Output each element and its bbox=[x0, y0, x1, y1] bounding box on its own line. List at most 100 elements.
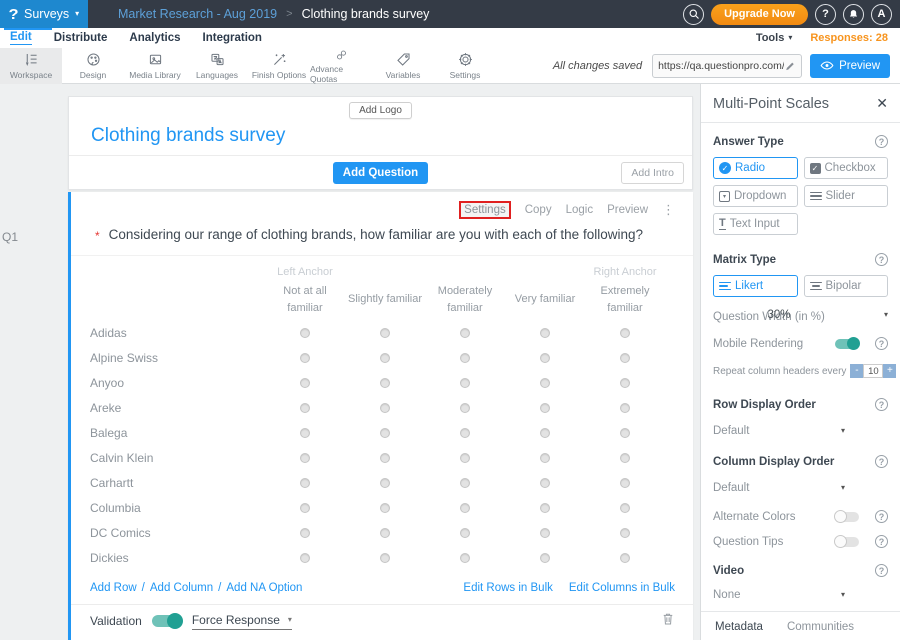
question-action-settings[interactable]: Settings bbox=[459, 201, 511, 219]
add-logo-button[interactable]: Add Logo bbox=[349, 102, 412, 119]
radio-button[interactable] bbox=[620, 378, 630, 388]
radio-button[interactable] bbox=[620, 528, 630, 538]
radio-button[interactable] bbox=[540, 353, 550, 363]
validation-toggle[interactable] bbox=[152, 615, 182, 627]
radio-button[interactable] bbox=[620, 428, 630, 438]
radio-button[interactable] bbox=[380, 528, 390, 538]
radio-button[interactable] bbox=[540, 328, 550, 338]
radio-button[interactable] bbox=[620, 503, 630, 513]
radio-button[interactable] bbox=[380, 553, 390, 563]
column-header[interactable]: Very familiar bbox=[505, 291, 585, 308]
toolbar-item-advance-quotas[interactable]: Advance Quotas bbox=[310, 48, 372, 84]
left-anchor-placeholder[interactable]: Left Anchor bbox=[265, 266, 345, 278]
radio-button[interactable] bbox=[300, 428, 310, 438]
toolbar-item-media-library[interactable]: Media Library bbox=[124, 48, 186, 84]
search-button[interactable] bbox=[683, 4, 704, 25]
row-label[interactable]: Carhartt bbox=[71, 476, 265, 490]
matrix-type-bipolar[interactable]: Bipolar bbox=[804, 275, 889, 297]
radio-button[interactable] bbox=[540, 453, 550, 463]
add-row-link[interactable]: Add Row bbox=[90, 582, 137, 594]
radio-button[interactable] bbox=[460, 478, 470, 488]
radio-button[interactable] bbox=[460, 403, 470, 413]
help-icon[interactable]: ? bbox=[875, 455, 888, 468]
survey-title[interactable]: Clothing brands survey bbox=[91, 125, 692, 147]
add-intro-button[interactable]: Add Intro bbox=[621, 162, 684, 184]
matrix-type-likert[interactable]: Likert bbox=[713, 275, 798, 297]
column-header[interactable]: Slightly familiar bbox=[345, 291, 425, 308]
tab-metadata[interactable]: Metadata bbox=[715, 621, 763, 640]
breadcrumb-parent[interactable]: Market Research - Aug 2019 bbox=[118, 7, 277, 21]
kebab-menu-icon[interactable]: ⋮ bbox=[662, 202, 675, 218]
radio-button[interactable] bbox=[300, 353, 310, 363]
radio-button[interactable] bbox=[460, 428, 470, 438]
radio-button[interactable] bbox=[460, 503, 470, 513]
decrement-button[interactable]: - bbox=[850, 364, 863, 378]
radio-button[interactable] bbox=[380, 478, 390, 488]
radio-button[interactable] bbox=[300, 553, 310, 563]
toolbar-item-design[interactable]: Design bbox=[62, 48, 124, 84]
account-avatar[interactable]: A bbox=[871, 4, 892, 25]
row-label[interactable]: Areke bbox=[71, 401, 265, 415]
tools-menu[interactable]: Tools▾ bbox=[756, 32, 793, 44]
help-icon[interactable]: ? bbox=[875, 135, 888, 148]
answer-type-checkbox[interactable]: ✓Checkbox bbox=[804, 157, 889, 179]
answer-type-radio[interactable]: ✓Radio bbox=[713, 157, 798, 179]
edit-columns-bulk-link[interactable]: Edit Columns in Bulk bbox=[569, 582, 675, 594]
row-label[interactable]: Calvin Klein bbox=[71, 451, 265, 465]
row-label[interactable]: Dickies bbox=[71, 551, 265, 565]
tab-integration[interactable]: Integration bbox=[203, 32, 262, 44]
toolbar-item-languages[interactable]: Languages bbox=[186, 48, 248, 84]
notifications-button[interactable] bbox=[843, 4, 864, 25]
radio-button[interactable] bbox=[460, 528, 470, 538]
row-label[interactable]: Columbia bbox=[71, 501, 265, 515]
close-icon[interactable]: ✕ bbox=[876, 95, 888, 112]
radio-button[interactable] bbox=[380, 428, 390, 438]
row-label[interactable]: Alpine Swiss bbox=[71, 351, 265, 365]
answer-type-dropdown[interactable]: ▾Dropdown bbox=[713, 185, 798, 207]
question-action-copy[interactable]: Copy bbox=[525, 204, 552, 216]
tab-communities[interactable]: Communities bbox=[787, 621, 854, 640]
question-text[interactable]: Considering our range of clothing brands… bbox=[109, 227, 643, 243]
pencil-icon[interactable] bbox=[784, 60, 796, 72]
radio-button[interactable] bbox=[460, 453, 470, 463]
row-label[interactable]: Balega bbox=[71, 426, 265, 440]
video-select[interactable]: None ▾ bbox=[713, 589, 845, 601]
upgrade-now-button[interactable]: Upgrade Now bbox=[711, 4, 808, 25]
radio-button[interactable] bbox=[380, 328, 390, 338]
help-icon[interactable]: ? bbox=[875, 510, 888, 523]
responses-count[interactable]: Responses: 28 bbox=[810, 32, 888, 44]
radio-button[interactable] bbox=[620, 453, 630, 463]
radio-button[interactable] bbox=[620, 478, 630, 488]
help-icon[interactable]: ? bbox=[875, 398, 888, 411]
radio-button[interactable] bbox=[540, 403, 550, 413]
radio-button[interactable] bbox=[380, 453, 390, 463]
radio-button[interactable] bbox=[300, 328, 310, 338]
right-anchor-placeholder[interactable]: Right Anchor bbox=[585, 266, 665, 278]
delete-question-button[interactable] bbox=[661, 611, 675, 631]
answer-type-slider[interactable]: Slider bbox=[804, 185, 889, 207]
tab-distribute[interactable]: Distribute bbox=[54, 32, 108, 44]
toolbar-item-finish-options[interactable]: Finish Options bbox=[248, 48, 310, 84]
help-icon[interactable]: ? bbox=[875, 253, 888, 266]
help-button[interactable]: ? bbox=[815, 4, 836, 25]
chevron-down-icon[interactable]: ▾ bbox=[884, 311, 888, 319]
preview-button[interactable]: Preview bbox=[810, 54, 890, 78]
radio-button[interactable] bbox=[620, 328, 630, 338]
row-label[interactable]: Anyoo bbox=[71, 376, 265, 390]
radio-button[interactable] bbox=[460, 553, 470, 563]
row-display-order-select[interactable]: Default ▾ bbox=[713, 425, 845, 437]
radio-button[interactable] bbox=[620, 553, 630, 563]
add-column-link[interactable]: Add Column bbox=[150, 582, 213, 594]
radio-button[interactable] bbox=[300, 403, 310, 413]
radio-button[interactable] bbox=[300, 453, 310, 463]
radio-button[interactable] bbox=[540, 528, 550, 538]
toolbar-item-variables[interactable]: Variables bbox=[372, 48, 434, 84]
radio-button[interactable] bbox=[300, 503, 310, 513]
repeat-headers-value[interactable]: 10 bbox=[863, 364, 883, 378]
question-width-value[interactable]: 30% bbox=[767, 309, 829, 321]
validation-type-dropdown[interactable]: Force Response ▾ bbox=[192, 613, 292, 630]
radio-button[interactable] bbox=[460, 378, 470, 388]
column-header[interactable]: Moderately familiar bbox=[425, 283, 505, 317]
row-label[interactable]: Adidas bbox=[71, 326, 265, 340]
help-icon[interactable]: ? bbox=[875, 337, 888, 350]
